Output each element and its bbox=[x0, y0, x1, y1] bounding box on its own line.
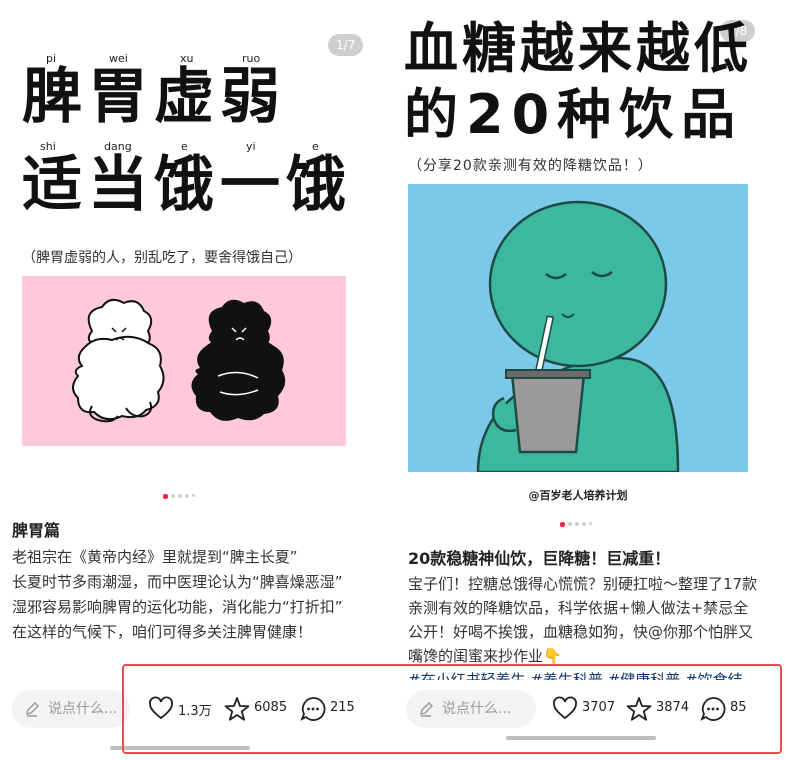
right-post-panel: 1/8 血糖越来越低 的20种饮品 （分享20款亲测有效的降糖饮品！） @百岁老… bbox=[390, 0, 789, 760]
cover-title-line2: 的20种饮品 bbox=[404, 83, 744, 146]
bottom-action-bar: 说点什么... 1.3万 6085 215 bbox=[0, 680, 378, 750]
cover-subtitle: （分享20款亲测有效的降糖饮品！） bbox=[408, 158, 653, 174]
image-pagination-dots bbox=[560, 522, 600, 528]
comment-input[interactable]: 说点什么... bbox=[406, 690, 536, 728]
body-paragraph: 在这样的气候下，咱们可得多关注脾胃健康！ bbox=[12, 623, 313, 641]
like-button[interactable]: 1.3万 bbox=[148, 696, 218, 722]
left-post-panel: 1/7 pi wei xu ruo 脾胃虚弱 shi dang e yi e 适… bbox=[0, 0, 378, 760]
bottom-action-bar: 说点什么... 3707 3874 85 bbox=[390, 680, 789, 740]
comment-placeholder: 说点什么... bbox=[442, 701, 512, 717]
star-icon bbox=[626, 697, 652, 721]
dot bbox=[171, 494, 175, 498]
post-title: 脾胃篇 bbox=[12, 521, 61, 540]
comment-input[interactable]: 说点什么... bbox=[12, 690, 130, 728]
post-title: 20款稳糖神仙饮，巨降糖！巨减重！ bbox=[408, 549, 671, 568]
body-paragraph: 湿邪容易影响脾胃的运化功能，消化能力“打折扣” bbox=[12, 598, 343, 616]
dot bbox=[589, 522, 592, 525]
collect-button[interactable]: 3874 bbox=[626, 696, 692, 722]
dot-active bbox=[163, 494, 168, 499]
image-pagination-dots bbox=[163, 494, 203, 500]
dot bbox=[582, 522, 586, 526]
image-watermark: @百岁老人培养计划 bbox=[528, 489, 628, 502]
like-button[interactable]: 3707 bbox=[552, 696, 618, 722]
cover-title-line1: 脾胃虚弱 bbox=[22, 62, 286, 132]
comment-placeholder: 说点什么... bbox=[48, 701, 118, 717]
edit-icon bbox=[420, 702, 433, 717]
comment-icon bbox=[300, 697, 326, 721]
cover-illustration bbox=[22, 276, 346, 446]
collect-count: 3874 bbox=[656, 700, 690, 715]
like-count: 1.3万 bbox=[178, 704, 212, 719]
home-indicator bbox=[506, 736, 656, 740]
cover-title-line1: 血糖越来越低 bbox=[404, 17, 752, 80]
green-character-drinking-illustration bbox=[476, 200, 680, 472]
body-paragraph: 老祖宗在《黄帝内经》里就提到“脾主长夏” bbox=[12, 548, 298, 566]
dot bbox=[178, 494, 182, 498]
body-paragraph: 宝子们！控糖总饿得心慌慌？别硬扛啦～整理了17款亲测有效的降糖饮品，科学依据+懒… bbox=[408, 575, 758, 665]
home-indicator bbox=[110, 746, 250, 750]
comment-icon bbox=[700, 697, 726, 721]
cover-illustration bbox=[408, 184, 748, 472]
dot bbox=[185, 494, 189, 498]
edit-icon bbox=[26, 702, 39, 717]
post-body: 老祖宗在《黄帝内经》里就提到“脾主长夏” 长夏时节多雨潮湿，而中医理论认为“脾喜… bbox=[12, 545, 358, 645]
like-count: 3707 bbox=[582, 700, 616, 715]
comment-button[interactable]: 215 bbox=[300, 696, 362, 722]
body-paragraph: 长夏时节多雨潮湿，而中医理论认为“脾喜燥恶湿” bbox=[12, 573, 343, 591]
dot-active bbox=[560, 522, 565, 527]
dot bbox=[568, 522, 572, 526]
comment-button[interactable]: 85 bbox=[700, 696, 756, 722]
dot bbox=[575, 522, 579, 526]
comment-count: 85 bbox=[730, 700, 747, 715]
comment-count: 215 bbox=[330, 700, 355, 715]
collect-count: 6085 bbox=[254, 700, 288, 715]
star-icon bbox=[224, 697, 250, 721]
heart-icon bbox=[553, 696, 577, 720]
post-body: 宝子们！控糖总饿得心慌慌？别硬扛啦～整理了17款亲测有效的降糖饮品，科学依据+懒… bbox=[408, 572, 758, 692]
sitting-figures-illustration bbox=[72, 298, 286, 423]
cover-subtitle: （脾胃虚弱的人，别乱吃了，要舍得饿自己） bbox=[22, 250, 302, 266]
collect-button[interactable]: 6085 bbox=[224, 696, 294, 722]
cover-title-line2: 适当饿一饿 bbox=[22, 150, 352, 220]
heart-icon bbox=[149, 696, 173, 720]
dot bbox=[192, 494, 195, 497]
